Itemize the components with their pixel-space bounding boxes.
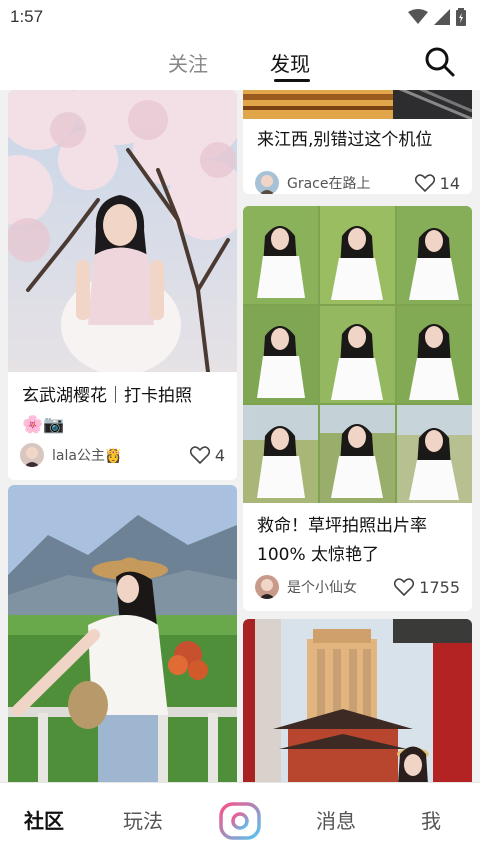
author-name[interactable]: Grace在路上 — [287, 173, 415, 193]
post-meta: lala公主👸 4 — [20, 442, 225, 468]
post-image[interactable] — [243, 206, 472, 503]
post-title[interactable]: 救命！草坪拍照出片率 100% 太惊艳了 — [257, 512, 462, 570]
post-meta: 是个小仙女 1755 — [255, 574, 460, 600]
post-image[interactable] — [8, 90, 237, 372]
avatar[interactable] — [20, 443, 44, 467]
post-title[interactable]: 玄武湖樱花｜打卡拍照 🌸📷 — [22, 382, 227, 440]
author-name[interactable]: 是个小仙女 — [287, 577, 394, 597]
nav-me[interactable]: 我 — [421, 805, 441, 834]
camera-button[interactable] — [218, 799, 262, 843]
search-button[interactable] — [422, 44, 458, 80]
like-count: 1755 — [419, 577, 460, 597]
post-title-line: 救命！草坪拍照出片率 — [257, 516, 427, 536]
heart-icon — [414, 174, 435, 192]
tab-follow[interactable]: 关注 — [168, 48, 208, 77]
nav-messages[interactable]: 消息 — [316, 805, 356, 834]
wifi-icon — [408, 9, 428, 24]
feed-card[interactable]: 玄武湖樱花｜打卡拍照 🌸📷 lala公主👸 4 — [8, 90, 237, 480]
heart-icon — [189, 446, 210, 464]
heart-icon — [394, 578, 415, 596]
post-title-line: 玄武湖樱花｜打卡拍照 — [22, 386, 192, 406]
status-time: 1:57 — [10, 7, 44, 26]
avatar[interactable] — [255, 171, 279, 194]
camera-icon — [219, 802, 261, 840]
top-header: 关注 发现 — [0, 34, 480, 90]
feed-card[interactable]: 来江西,别错过这个机位 Grace在路上 14 — [243, 90, 472, 194]
like-button[interactable]: 14 — [414, 173, 460, 193]
post-image[interactable] — [243, 619, 472, 782]
nav-play[interactable]: 玩法 — [123, 805, 163, 834]
signal-icon — [434, 9, 450, 25]
post-image[interactable] — [8, 485, 237, 782]
bottom-nav: 社区 玩法 消息 我 — [0, 782, 480, 853]
nav-community[interactable]: 社区 — [24, 805, 64, 834]
post-title[interactable]: 来江西,别错过这个机位 — [257, 126, 462, 155]
feed[interactable]: 玄武湖樱花｜打卡拍照 🌸📷 lala公主👸 4 来江西,别错过这个机位 Grac… — [0, 90, 480, 782]
post-title-line: 来江西,别错过这个机位 — [257, 130, 433, 150]
status-bar: 1:57 — [0, 0, 480, 34]
author-name[interactable]: lala公主👸 — [52, 445, 190, 465]
post-meta: Grace在路上 14 — [255, 170, 460, 194]
status-icons — [408, 8, 466, 26]
post-image[interactable] — [243, 90, 472, 119]
feed-card[interactable] — [8, 485, 237, 782]
feed-card[interactable]: 救命！草坪拍照出片率 100% 太惊艳了 是个小仙女 1755 — [243, 206, 472, 611]
like-count: 14 — [439, 173, 460, 193]
feed-card[interactable] — [243, 619, 472, 782]
search-icon — [425, 47, 455, 77]
like-count: 4 — [214, 445, 225, 465]
like-button[interactable]: 1755 — [394, 578, 460, 597]
avatar[interactable] — [255, 575, 279, 599]
tab-discover[interactable]: 发现 — [270, 48, 310, 77]
post-title-line: 100% 太惊艳了 — [257, 545, 380, 565]
like-button[interactable]: 4 — [189, 445, 225, 465]
battery-icon — [456, 8, 466, 26]
post-title-line: 🌸📷 — [22, 415, 65, 435]
active-tab-indicator — [274, 79, 310, 82]
